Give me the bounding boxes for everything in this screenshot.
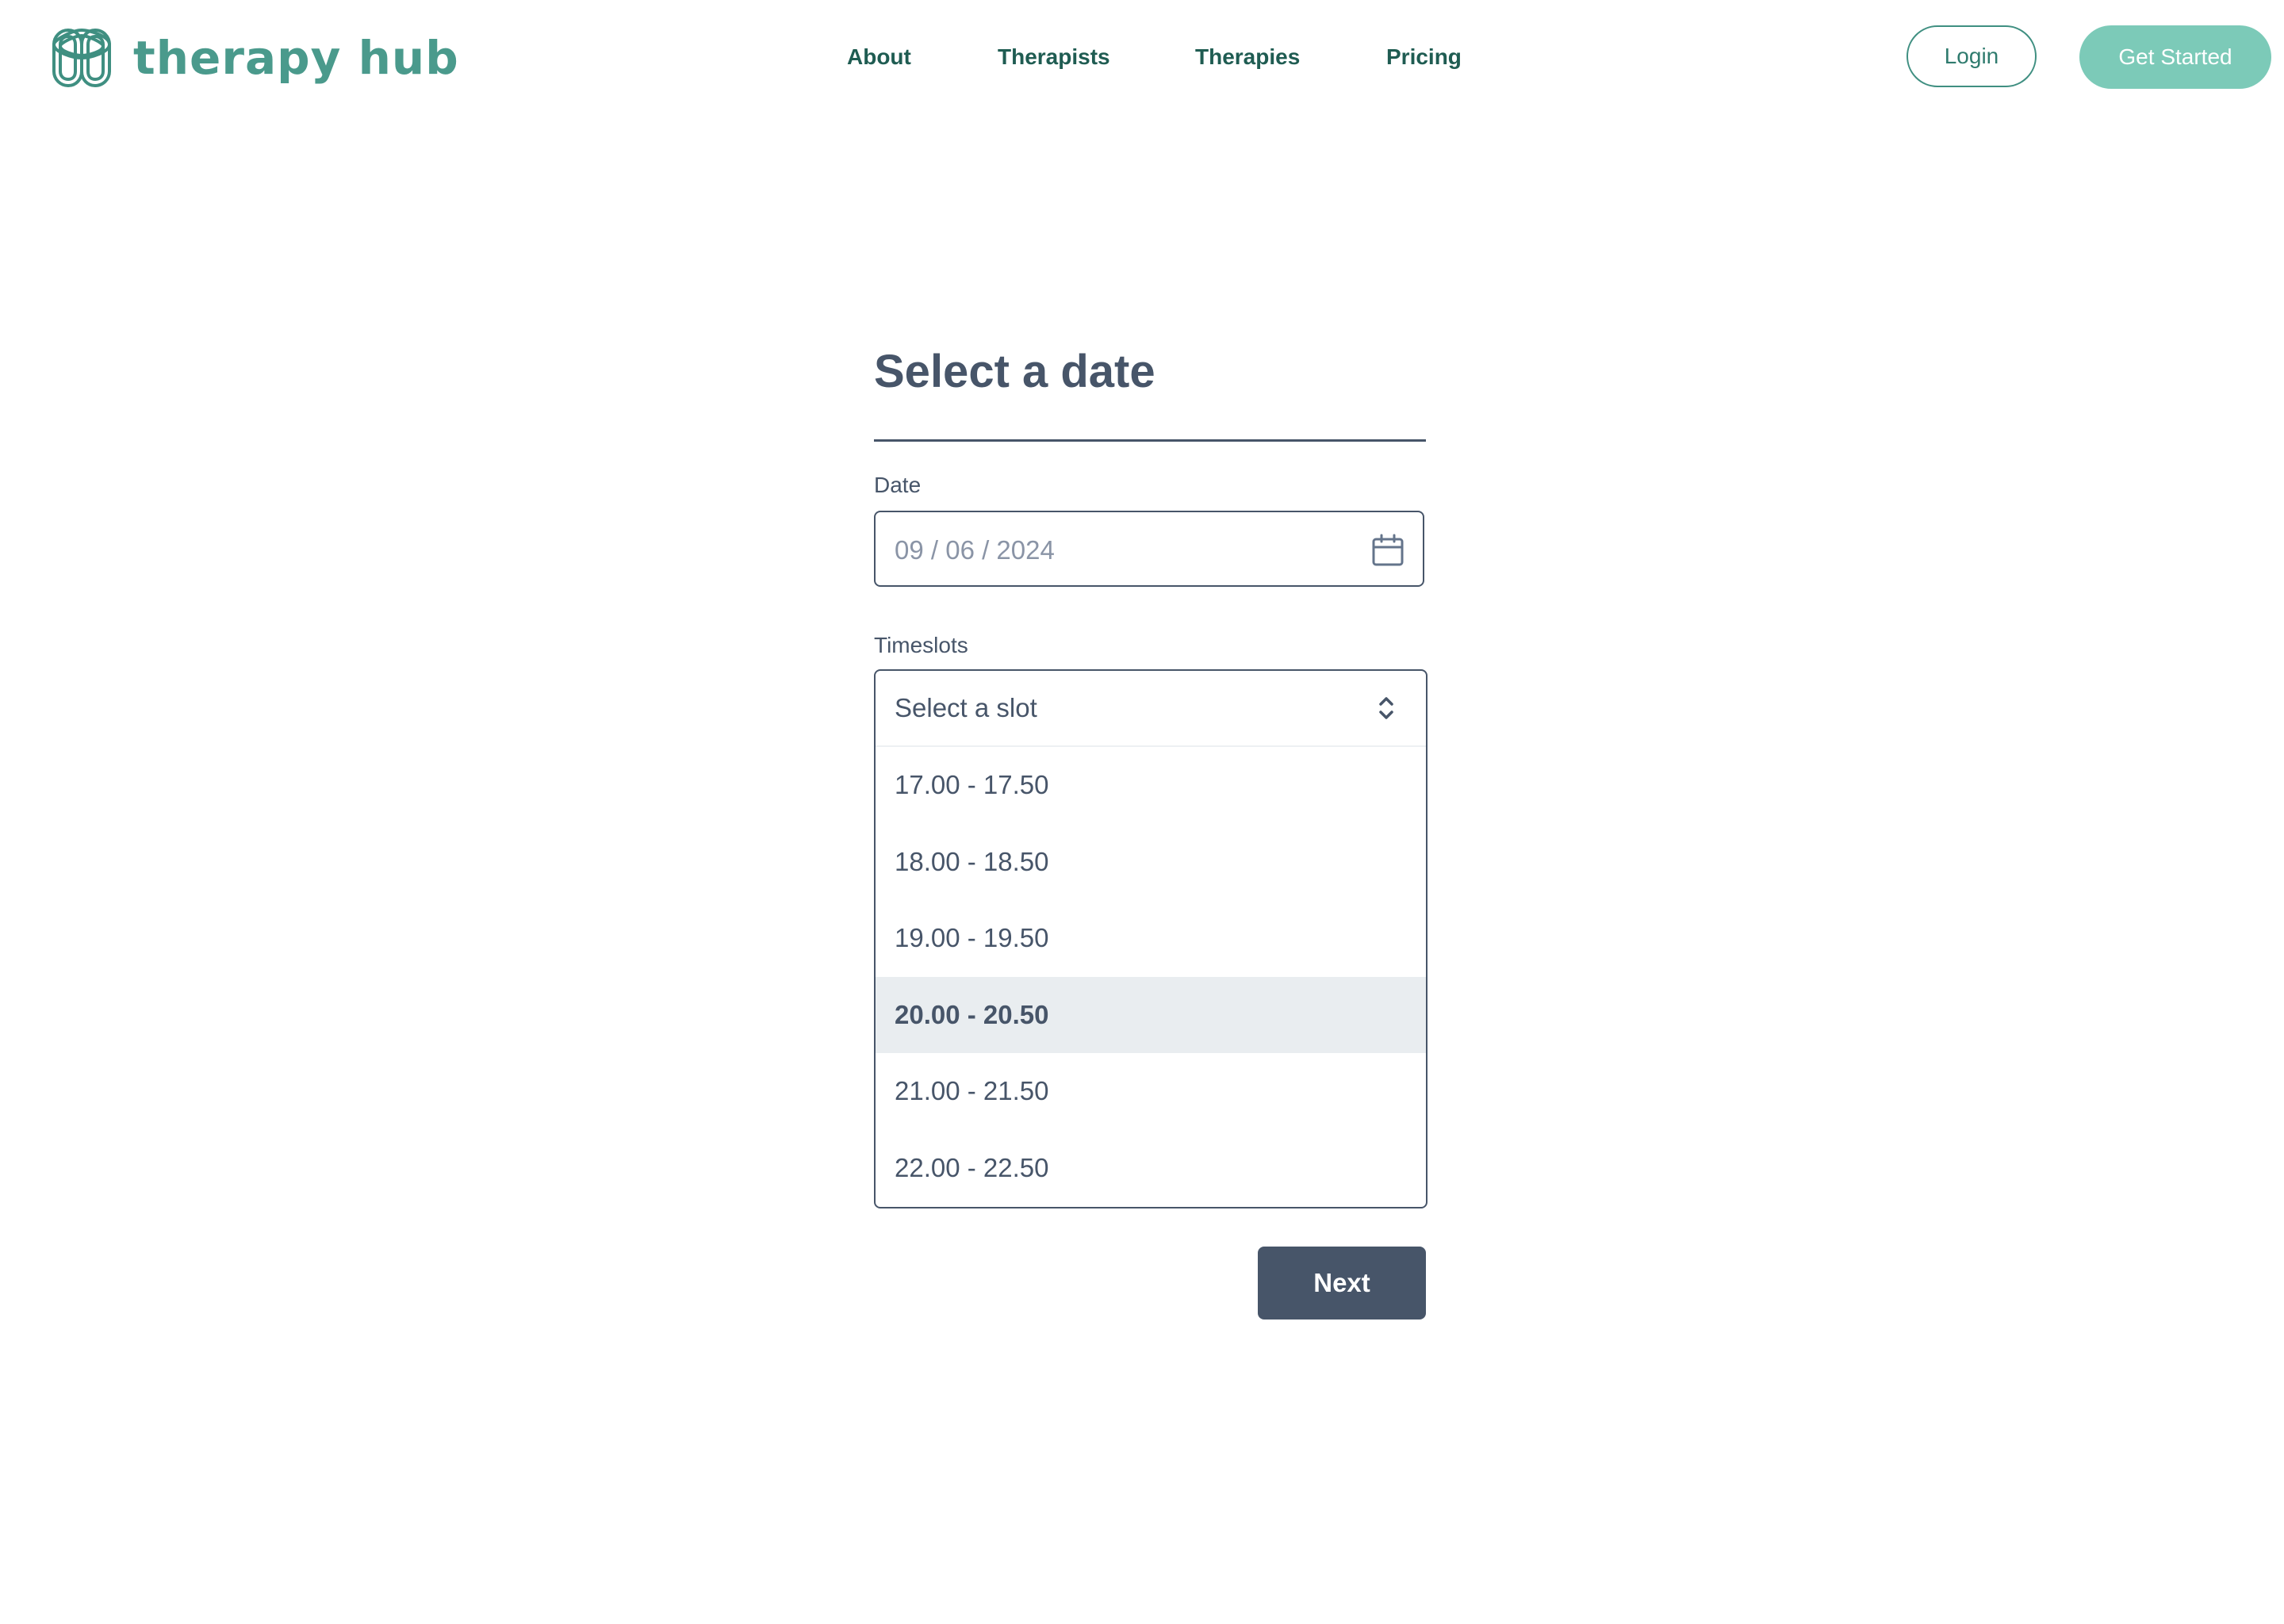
timeslot-option[interactable]: 22.00 - 22.50	[876, 1130, 1426, 1207]
timeslot-option-highlighted[interactable]: 20.00 - 20.50	[876, 976, 1426, 1053]
timeslot-select-placeholder: Select a slot	[895, 693, 1037, 722]
timeslot-option[interactable]: 17.00 - 17.50	[876, 747, 1426, 824]
brand-logo-link[interactable]: therapy hub	[49, 25, 459, 90]
brand-name: therapy hub	[133, 31, 459, 85]
page-title: Select a date	[874, 346, 1155, 397]
login-button[interactable]: Login	[1907, 25, 2037, 87]
timeslot-option[interactable]: 19.00 - 19.50	[876, 900, 1426, 977]
timeslot-option-label: 20.00 - 20.50	[895, 999, 1049, 1029]
site-header: therapy hub About Therapists Therapies P…	[0, 0, 2284, 116]
timeslot-option-label: 22.00 - 22.50	[895, 1152, 1049, 1182]
chevron-up-down-icon	[1379, 697, 1393, 719]
timeslots-label: Timeslots	[874, 633, 968, 657]
next-button[interactable]: Next	[1258, 1247, 1426, 1320]
timeslot-select[interactable]: Select a slot 17.00 - 17.50 18.00 - 18.5…	[874, 669, 1428, 1208]
logo-icon	[52, 28, 112, 88]
date-label: Date	[874, 473, 922, 497]
timeslot-option[interactable]: 21.00 - 21.50	[876, 1053, 1426, 1130]
date-input-value: 09 / 06 / 2024	[895, 535, 1055, 565]
timeslot-option[interactable]: 18.00 - 18.50	[876, 824, 1426, 901]
nav-item-about[interactable]: About	[847, 41, 911, 73]
timeslot-select-trigger[interactable]: Select a slot	[876, 671, 1426, 747]
calendar-icon[interactable]	[1370, 533, 1405, 568]
get-started-button[interactable]: Get Started	[2079, 25, 2271, 89]
nav-item-therapists[interactable]: Therapists	[998, 41, 1110, 73]
nav-item-therapies[interactable]: Therapies	[1195, 41, 1300, 73]
nav-item-pricing[interactable]: Pricing	[1386, 41, 1462, 73]
date-input[interactable]: 09 / 06 / 2024	[874, 511, 1424, 587]
timeslot-option-label: 19.00 - 19.50	[895, 923, 1049, 952]
timeslot-option-label: 18.00 - 18.50	[895, 846, 1049, 876]
title-divider	[874, 439, 1426, 442]
timeslot-option-label: 17.00 - 17.50	[895, 770, 1049, 799]
timeslot-option-label: 21.00 - 21.50	[895, 1076, 1049, 1105]
